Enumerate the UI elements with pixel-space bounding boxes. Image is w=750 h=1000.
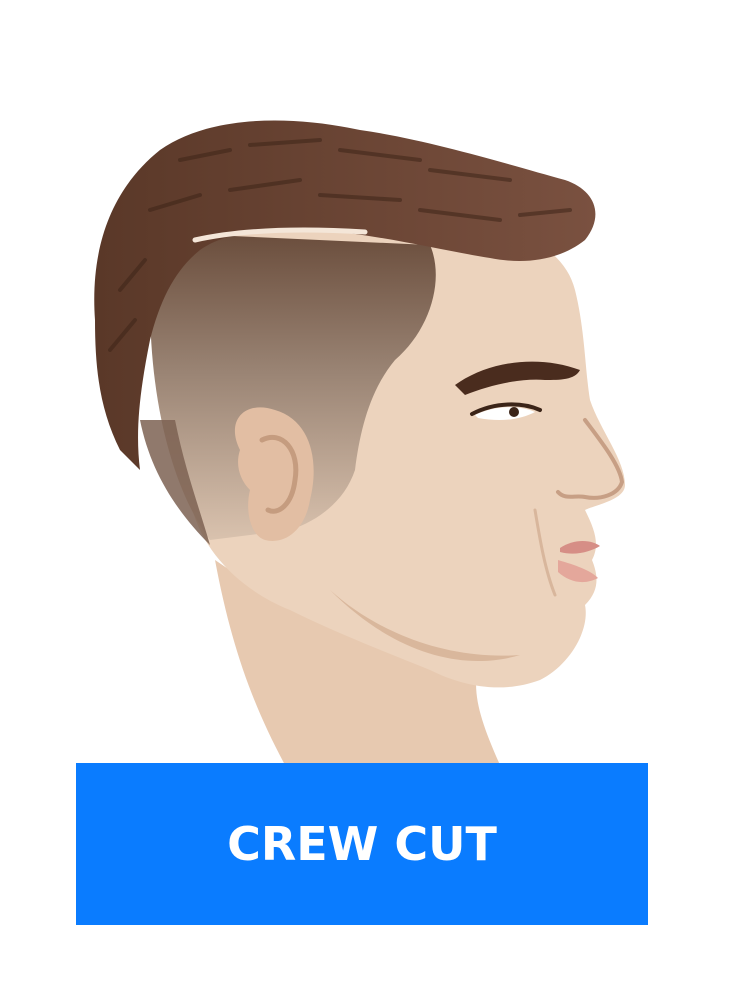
haircut-label-banner: CREW CUT <box>76 763 648 925</box>
haircut-card: CREW CUT <box>0 0 750 1000</box>
haircut-name-label: CREW CUT <box>227 817 497 871</box>
head-profile-illustration <box>94 120 625 765</box>
